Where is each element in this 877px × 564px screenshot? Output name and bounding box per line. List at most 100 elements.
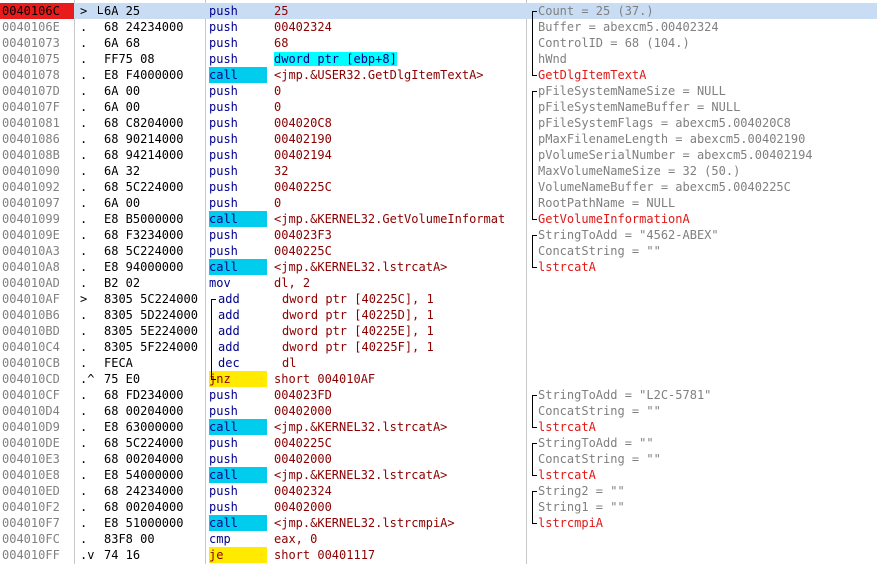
hex-bytes-cell: 6A 00 [104, 84, 141, 98]
address-cell: 004010A8 [2, 260, 60, 274]
comment-cell: pMaxFilenameLength = abexcm5.00402190 [538, 132, 806, 146]
operand-highlight: dword ptr [ebp+8] [274, 52, 397, 66]
instruction-row[interactable]: 004010A8. E8 94000000 call <jmp.&KERNEL32.l… [0, 259, 877, 275]
flow-marker: . [80, 228, 88, 242]
argument-bracket [532, 395, 533, 427]
instruction-row[interactable]: 00401073. 6A 68 push 68 ControlID = 68 (104.… [0, 35, 877, 51]
hex-bytes-cell: 68 5C224000 [104, 436, 184, 450]
instruction-row[interactable]: 004010F2. 68 00204000 push 00402000 String1 … [0, 499, 877, 515]
hex-bytes-cell: 6A 32 [104, 164, 141, 178]
instruction-row[interactable]: 0040107F. 6A 00 push 0 pFileSystemNameBuffer… [0, 99, 877, 115]
instruction-row[interactable]: 0040106C >6A 25 push 25 Count = 25 (37.) [0, 3, 877, 19]
address-cell: 004010CB [2, 356, 60, 370]
operand-cell: <jmp.&KERNEL32.lstrcatA> [274, 468, 448, 482]
instruction-row[interactable]: 004010BD. 8305 5E224000 add dword ptr [4022… [0, 323, 877, 339]
comment-cell [538, 371, 877, 387]
instruction-row[interactable]: 00401081. 68 C8204000 push 004020C8 pFileSys… [0, 115, 877, 131]
address-cell: 00401092 [2, 180, 60, 194]
instruction-row[interactable]: 004010C4. 8305 5F224000 add dword ptr [4022… [0, 339, 877, 355]
instruction-row[interactable]: 00401078. E8 F4000000 call <jmp.&USER32.Get… [0, 67, 877, 83]
operand-cell: dword ptr [40225C], 1 [282, 292, 434, 306]
disassembly-view[interactable]: 0040106C >6A 25 push 25 Count = 25 (37.) 0040… [0, 0, 877, 564]
comment-cell: lstrcmpiA [538, 516, 604, 530]
mnemonic-cell: dec [218, 356, 240, 370]
instruction-row[interactable]: 0040109E. 68 F3234000 push 004023F3 StringTo… [0, 227, 877, 243]
mnemonic-cell: call [209, 515, 267, 531]
instruction-row[interactable]: 00401086. 68 90214000 push 00402190 pMaxFile… [0, 131, 877, 147]
instruction-row[interactable]: 004010D9. E8 63000000 call <jmp.&KERNEL32.l… [0, 419, 877, 435]
operand-cell: 00402000 [274, 500, 332, 514]
instruction-row[interactable]: 004010D4. 68 00204000 push 00402000 ConcatSt… [0, 403, 877, 419]
instruction-row[interactable]: 0040107D. 6A 00 push 0 pFileSystemNameSize =… [0, 83, 877, 99]
hex-bytes-cell: 68 F3234000 [104, 228, 184, 242]
address-cell: 00401099 [2, 212, 60, 226]
flow-marker: . [80, 196, 88, 210]
hex-bytes-cell: 83F8 00 [104, 532, 155, 546]
mnemonic-cell: push [209, 196, 238, 210]
instruction-row[interactable]: 004010AD. B2 02 mov dl, 2 [0, 275, 877, 291]
comment-cell: ConcatString = "" [538, 404, 661, 418]
instruction-row[interactable]: 004010E3. 68 00204000 push 00402000 ConcatSt… [0, 451, 877, 467]
address-cell: 00401073 [2, 36, 60, 50]
instruction-row[interactable]: 004010F7. E8 51000000 call <jmp.&KERNEL32.l… [0, 515, 877, 531]
address-cell: 004010F2 [2, 500, 60, 514]
mnemonic-cell: je [209, 547, 267, 563]
instruction-row[interactable]: 00401092. 68 5C224000 push 0040225C VolumeNa… [0, 179, 877, 195]
instruction-row[interactable]: 004010DE. 68 5C224000 push 0040225C StringTo… [0, 435, 877, 451]
flow-marker: . [80, 276, 88, 290]
flow-marker: . [80, 68, 88, 82]
instruction-row[interactable]: 004010CD .^ 75 E0 jnz short 004010AF [0, 371, 877, 387]
instruction-row[interactable]: 004010ED. 68 24234000 push 00402324 String2 … [0, 483, 877, 499]
hex-bytes-cell: 68 90214000 [104, 132, 184, 146]
mnemonic-cell: push [209, 484, 238, 498]
address-cell: 004010FF [2, 548, 60, 562]
mnemonic-cell: add [218, 308, 240, 322]
instruction-row[interactable]: 0040106E. 68 24234000 push 00402324 Buffer =… [0, 19, 877, 35]
instruction-row[interactable]: 004010FF .v 74 16 je short 00401117 [0, 547, 877, 563]
instruction-row[interactable]: 004010CB. FECA dec dl [0, 355, 877, 371]
hex-bytes-cell: FECA [104, 356, 133, 370]
flow-marker: . [80, 532, 88, 546]
instruction-row[interactable]: 0040108B. 68 94214000 push 00402194 pVolumeS… [0, 147, 877, 163]
instruction-row[interactable]: 004010E8. E8 54000000 call <jmp.&KERNEL32.l… [0, 467, 877, 483]
instruction-row[interactable]: 004010B6. 8305 5D224000 add dword ptr [4022… [0, 307, 877, 323]
instruction-row[interactable]: 00401075. FF75 08 push dword ptr [ebp+8] hWn… [0, 51, 877, 67]
operand-cell: <jmp.&USER32.GetDlgItemTextA> [274, 68, 484, 82]
instruction-row[interactable]: 004010CF. 68 FD234000 push 004023FD StringTo… [0, 387, 877, 403]
argument-bracket [532, 443, 533, 475]
hex-bytes-cell: E8 B5000000 [104, 212, 184, 226]
bracket-tick [532, 219, 537, 220]
flow-marker: .v [80, 548, 94, 562]
flow-marker: . [80, 180, 88, 194]
address-cell: 004010CD [2, 372, 60, 386]
operand-cell: 0040225C [274, 244, 332, 258]
instruction-row[interactable]: 004010A3. 68 5C224000 push 0040225C ConcatSt… [0, 243, 877, 259]
hex-bytes-cell: 68 24234000 [104, 484, 184, 498]
instruction-row[interactable]: 004010FC. 83F8 00 cmp eax, 0 [0, 531, 877, 547]
hex-bytes-cell: 8305 5E224000 [104, 324, 198, 338]
flow-marker: . [80, 340, 88, 354]
operand-cell: 32 [274, 164, 289, 178]
flow-marker: . [80, 516, 88, 530]
comment-cell: GetVolumeInformationA [538, 212, 690, 226]
operand-cell: 0 [274, 100, 282, 114]
address-cell: 004010AD [2, 276, 60, 290]
hex-bytes-cell: 8305 5D224000 [104, 308, 198, 322]
mnemonic-cell: push [209, 4, 238, 18]
comment-cell: StringToAdd = "" [538, 436, 654, 450]
argument-bracket [532, 91, 533, 219]
instruction-row[interactable]: 004010AF >8305 5C224000 add dword ptr [4022… [0, 291, 877, 307]
operand-cell: 004020C8 [274, 116, 332, 130]
hex-bytes-cell: 68 00204000 [104, 500, 184, 514]
comment-cell: MaxVolumeNameSize = 32 (50.) [538, 164, 741, 178]
instruction-row[interactable]: 00401099. E8 B5000000 call <jmp.&KERNEL32.G… [0, 211, 877, 227]
instruction-row[interactable]: 00401097. 6A 00 push 0 RootPathName = NULL [0, 195, 877, 211]
flow-marker: . [80, 468, 88, 482]
hex-bytes-cell: 68 94214000 [104, 148, 184, 162]
bracket-tick [532, 395, 537, 396]
operand-cell: dl [282, 356, 297, 370]
flow-marker: . [80, 164, 88, 178]
bracket-tick [532, 443, 537, 444]
instruction-row[interactable]: 00401090. 6A 32 push 32 MaxVolumeNameSize = … [0, 163, 877, 179]
mnemonic-cell: push [209, 132, 238, 146]
